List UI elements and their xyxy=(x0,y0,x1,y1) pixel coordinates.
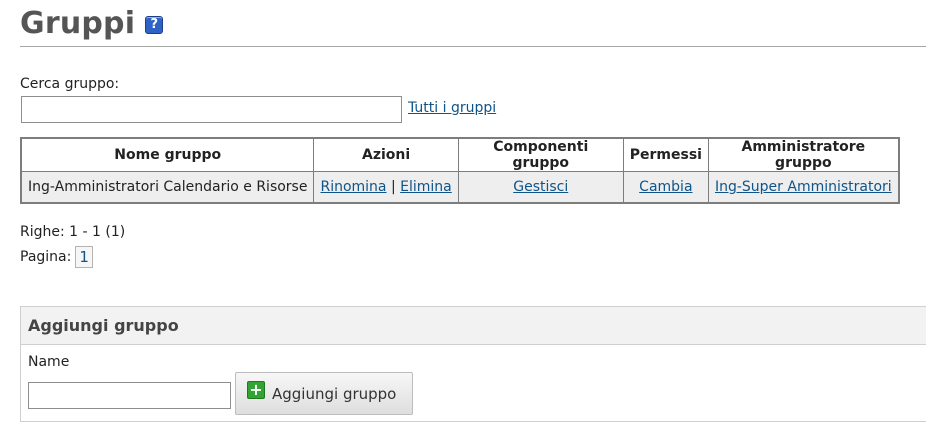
search-input[interactable] xyxy=(21,96,402,123)
delete-link[interactable]: Elimina xyxy=(400,179,452,195)
all-groups-link[interactable]: Tutti i gruppi xyxy=(408,100,496,116)
search-label: Cerca gruppo: xyxy=(20,76,120,92)
title-row: Gruppi ? xyxy=(20,6,164,41)
cell-group-name: Ing-Amministratori Calendario e Risorse xyxy=(20,171,315,203)
pagination: Pagina: 1 xyxy=(20,246,93,268)
table-row: Ing-Amministratori Calendario e Risorse … xyxy=(20,171,900,203)
table-header-row: Nome gruppo Azioni Componenti gruppo Per… xyxy=(20,137,900,172)
title-divider xyxy=(20,46,926,47)
page-number-link[interactable]: 1 xyxy=(75,246,93,268)
add-group-panel: Aggiungi gruppo Name + Aggiungi gruppo xyxy=(20,306,926,422)
manage-members-link[interactable]: Gestisci xyxy=(513,179,568,195)
page: Gruppi ? Cerca gruppo: Tutti i gruppi No… xyxy=(0,0,926,438)
groups-table: Nome gruppo Azioni Componenti gruppo Per… xyxy=(20,137,900,204)
page-title: Gruppi xyxy=(20,6,136,41)
action-separator: | xyxy=(390,178,396,195)
plus-icon: + xyxy=(247,380,265,399)
name-label: Name xyxy=(28,354,70,370)
group-name-input[interactable] xyxy=(28,382,231,409)
group-admin-link[interactable]: Ing-Super Amministratori xyxy=(715,179,892,195)
header-admin: Amministratore gruppo xyxy=(707,137,900,172)
add-group-button[interactable]: + Aggiungi gruppo xyxy=(235,372,413,415)
header-group-name: Nome gruppo xyxy=(20,137,315,172)
add-group-header: Aggiungi gruppo xyxy=(21,307,926,345)
rename-link[interactable]: Rinomina xyxy=(320,179,386,195)
cell-permissions: Cambia xyxy=(622,171,709,203)
page-label: Pagina: xyxy=(20,249,72,265)
cell-actions: Rinomina | Elimina xyxy=(313,171,459,203)
cell-admin: Ing-Super Amministratori xyxy=(707,171,900,203)
header-permissions: Permessi xyxy=(622,137,709,172)
header-actions: Azioni xyxy=(313,137,459,172)
rows-info: Righe: 1 - 1 (1) xyxy=(20,224,126,240)
header-members: Componenti gruppo xyxy=(457,137,624,172)
cell-members: Gestisci xyxy=(457,171,624,203)
help-icon[interactable]: ? xyxy=(145,15,164,34)
change-permissions-link[interactable]: Cambia xyxy=(639,179,692,195)
add-group-button-label: Aggiungi gruppo xyxy=(272,384,397,403)
